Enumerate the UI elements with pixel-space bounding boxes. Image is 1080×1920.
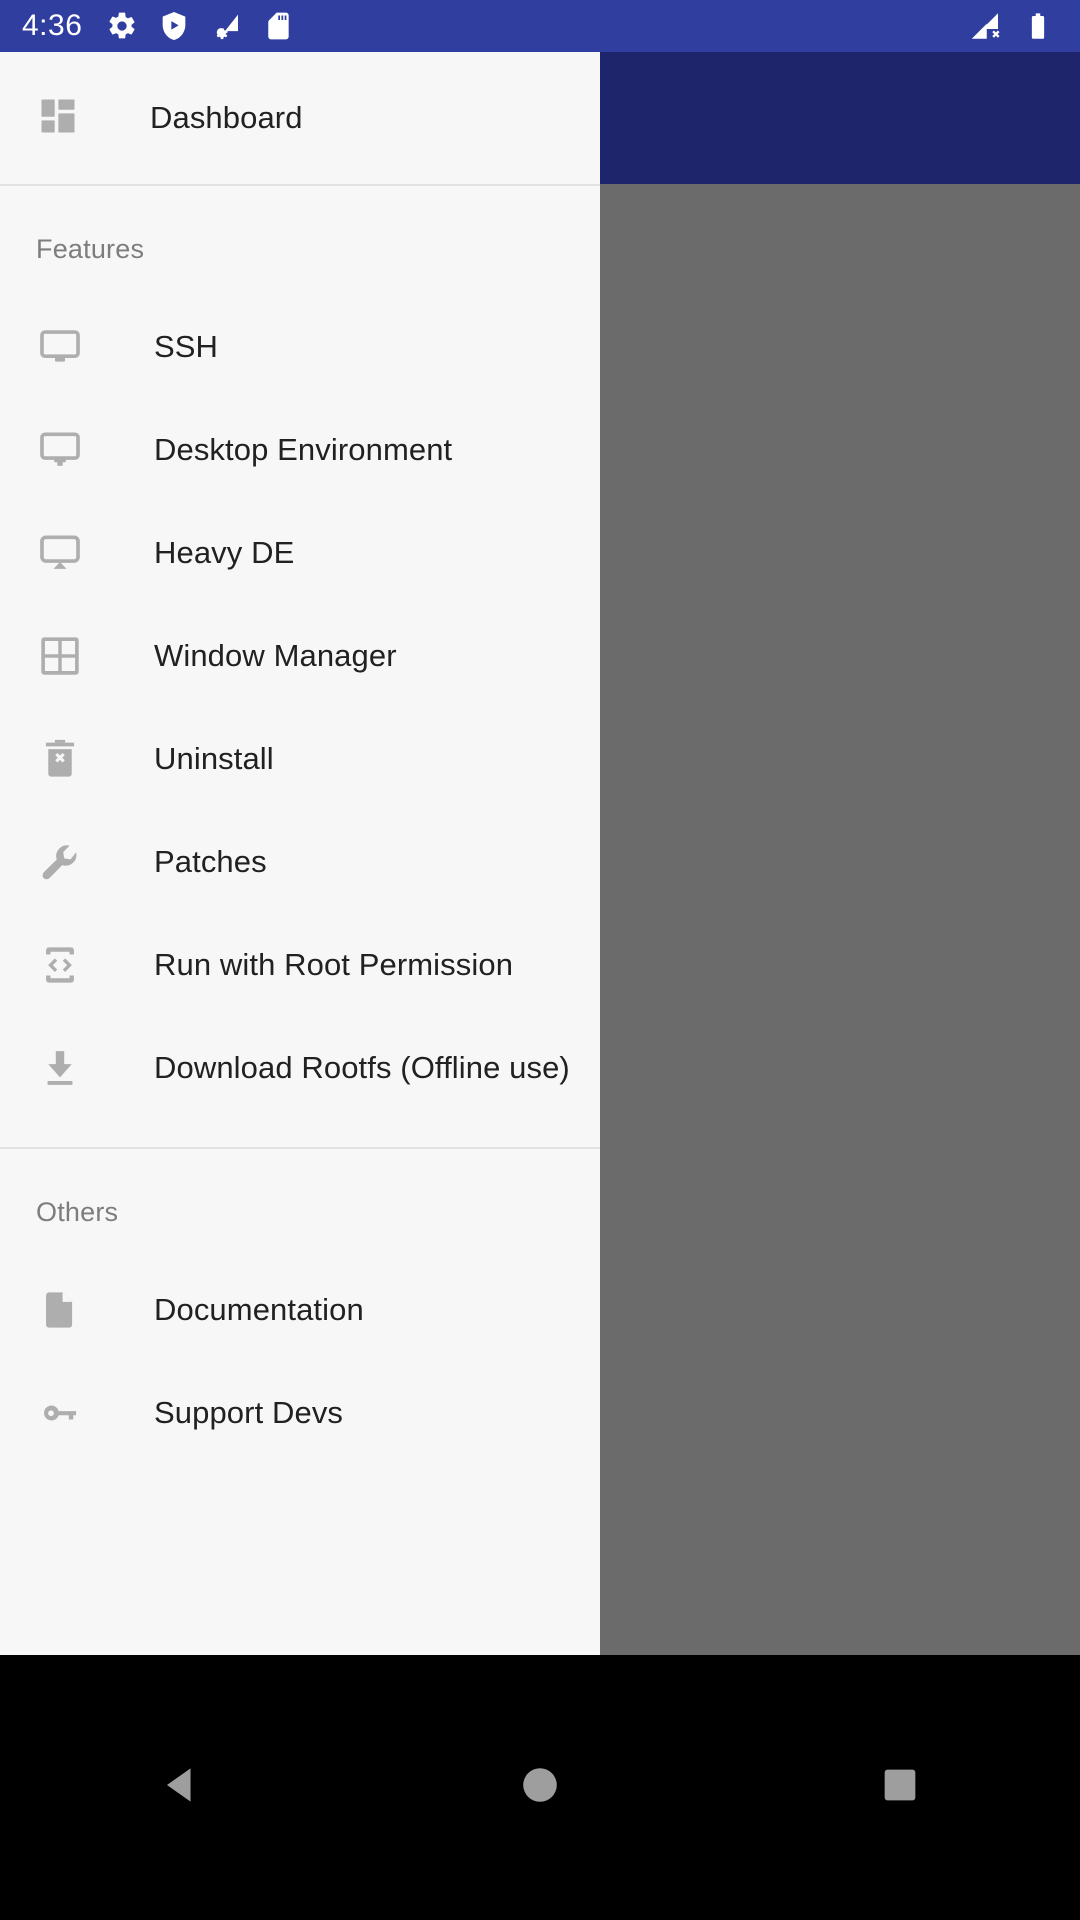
drawer-item-label: Dashboard	[150, 100, 303, 135]
drawer-item-heavy-de[interactable]: Heavy DE	[0, 501, 600, 604]
home-circle-icon	[519, 1764, 561, 1811]
drawer-item-label: SSH	[154, 328, 219, 364]
drawer-item-label: Run with Root Permission	[154, 946, 514, 982]
wrench-icon	[36, 838, 84, 886]
developer-mode-icon	[36, 941, 84, 989]
wifi-settings-icon	[210, 10, 242, 42]
monitor-icon	[36, 323, 84, 371]
system-navigation-bar	[0, 1655, 1080, 1920]
dashboard-grid-icon	[36, 94, 80, 143]
drawer-item-label: Patches	[154, 843, 267, 879]
status-bar-notification-icons	[106, 10, 294, 42]
document-icon	[36, 1286, 84, 1334]
drawer-item-desktop-environment[interactable]: Desktop Environment	[0, 398, 600, 501]
monitor-rounded-icon	[36, 529, 84, 577]
recents-button[interactable]	[840, 1728, 960, 1848]
settings-gear-icon	[106, 10, 138, 42]
home-button[interactable]	[480, 1728, 600, 1848]
drawer-item-uninstall[interactable]: Uninstall	[0, 707, 600, 810]
drawer-item-label: Download Rootfs (Offline use)	[154, 1049, 570, 1085]
recents-square-icon	[880, 1765, 920, 1810]
drawer-item-label: Desktop Environment	[154, 431, 453, 467]
status-bar-clock: 4:36	[22, 9, 83, 42]
drawer-item-label: Window Manager	[154, 637, 397, 673]
status-bar: 4:36	[0, 0, 1080, 52]
battery-full-icon	[1022, 10, 1054, 42]
grid-window-icon	[36, 632, 84, 680]
drawer-item-ssh[interactable]: SSH	[0, 295, 600, 398]
drawer-item-label: Uninstall	[154, 740, 274, 776]
back-triangle-icon	[157, 1762, 203, 1813]
drawer-item-window-manager[interactable]: Window Manager	[0, 604, 600, 707]
drawer-item-label: Documentation	[154, 1291, 364, 1327]
navigation-drawer[interactable]: Dashboard Features SSH Desktop Environme…	[0, 52, 600, 1655]
desktop-icon	[36, 426, 84, 474]
download-icon	[36, 1044, 84, 1092]
shield-play-icon	[158, 10, 190, 42]
drawer-item-download-rootfs[interactable]: Download Rootfs (Offline use)	[0, 1016, 600, 1119]
drawer-item-label: Heavy DE	[154, 534, 295, 570]
section-header-features: Features	[36, 234, 145, 264]
drawer-item-documentation[interactable]: Documentation	[0, 1258, 600, 1361]
drawer-item-run-with-root-permission[interactable]: Run with Root Permission	[0, 913, 600, 1016]
section-header-others: Others	[36, 1197, 119, 1227]
back-button[interactable]	[120, 1728, 240, 1848]
sd-card-icon	[262, 10, 294, 42]
status-bar-system-icons	[968, 8, 1054, 44]
drawer-item-support-devs[interactable]: Support Devs	[0, 1361, 600, 1464]
key-icon	[36, 1389, 84, 1437]
trash-delete-icon	[36, 735, 84, 783]
drawer-item-label: Support Devs	[154, 1394, 344, 1430]
signal-off-icon	[968, 8, 1004, 44]
drawer-item-dashboard[interactable]: Dashboard	[0, 52, 600, 184]
drawer-item-patches[interactable]: Patches	[0, 810, 600, 913]
